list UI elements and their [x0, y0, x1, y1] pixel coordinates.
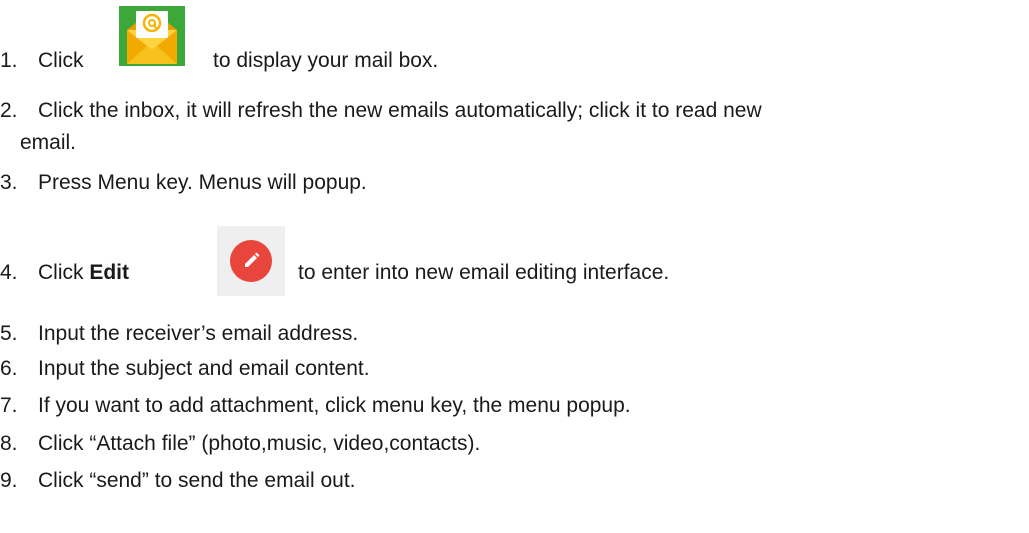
step-1: 1. Click [0, 49, 84, 73]
step-text: Click [38, 49, 84, 72]
step-text: Click “Attach file” (photo,music, video,… [38, 432, 481, 455]
step-number: 5. [0, 322, 18, 345]
step-1-after: to display your mail box. [213, 49, 438, 73]
step-3: 3. Press Menu key. Menus will popup. [0, 171, 367, 195]
email-app-icon [119, 6, 185, 66]
step-5: 5. Input the receiver’s email address. [0, 322, 358, 346]
step-text: Click [38, 261, 84, 284]
step-number: 7. [0, 394, 18, 417]
step-4-after: to enter into new email editing interfac… [298, 261, 669, 285]
step-text: If you want to add attachment, click men… [38, 394, 631, 417]
step-text: to display your mail box. [213, 49, 439, 72]
step-text: Click “send” to send the email out. [38, 469, 356, 492]
step-text: to enter into new email editing interfac… [298, 261, 670, 284]
step-text: Press Menu key. Menus will popup. [38, 171, 367, 194]
step-number: 2. [0, 99, 18, 122]
step-6: 6. Input the subject and email content. [0, 357, 370, 381]
step-9: 9. Click “send” to send the email out. [0, 469, 355, 493]
step-text: Click the inbox, it will refresh the new… [38, 99, 762, 122]
edit-pencil-icon [230, 240, 272, 282]
edit-button-icon [217, 226, 285, 296]
step-7: 7. If you want to add attachment, click m… [0, 394, 631, 418]
step-number: 3. [0, 171, 18, 194]
step-8: 8. Click “Attach file” (photo,music, vide… [0, 432, 480, 456]
step-2-continuation: email. [20, 131, 77, 154]
step-number: 6. [0, 357, 18, 380]
step-number: 9. [0, 469, 18, 492]
step-2: 2. Click the inbox, it will refresh the n… [0, 99, 762, 123]
step-4: 4. Click Edit [0, 261, 129, 285]
step-text: Input the subject and email content. [38, 357, 370, 380]
step-number: 8. [0, 432, 18, 455]
step-number: 1. [0, 49, 18, 72]
step-number: 4. [0, 261, 18, 284]
edit-label: Edit [89, 261, 130, 284]
step-text: Input the receiver’s email address. [38, 322, 359, 345]
